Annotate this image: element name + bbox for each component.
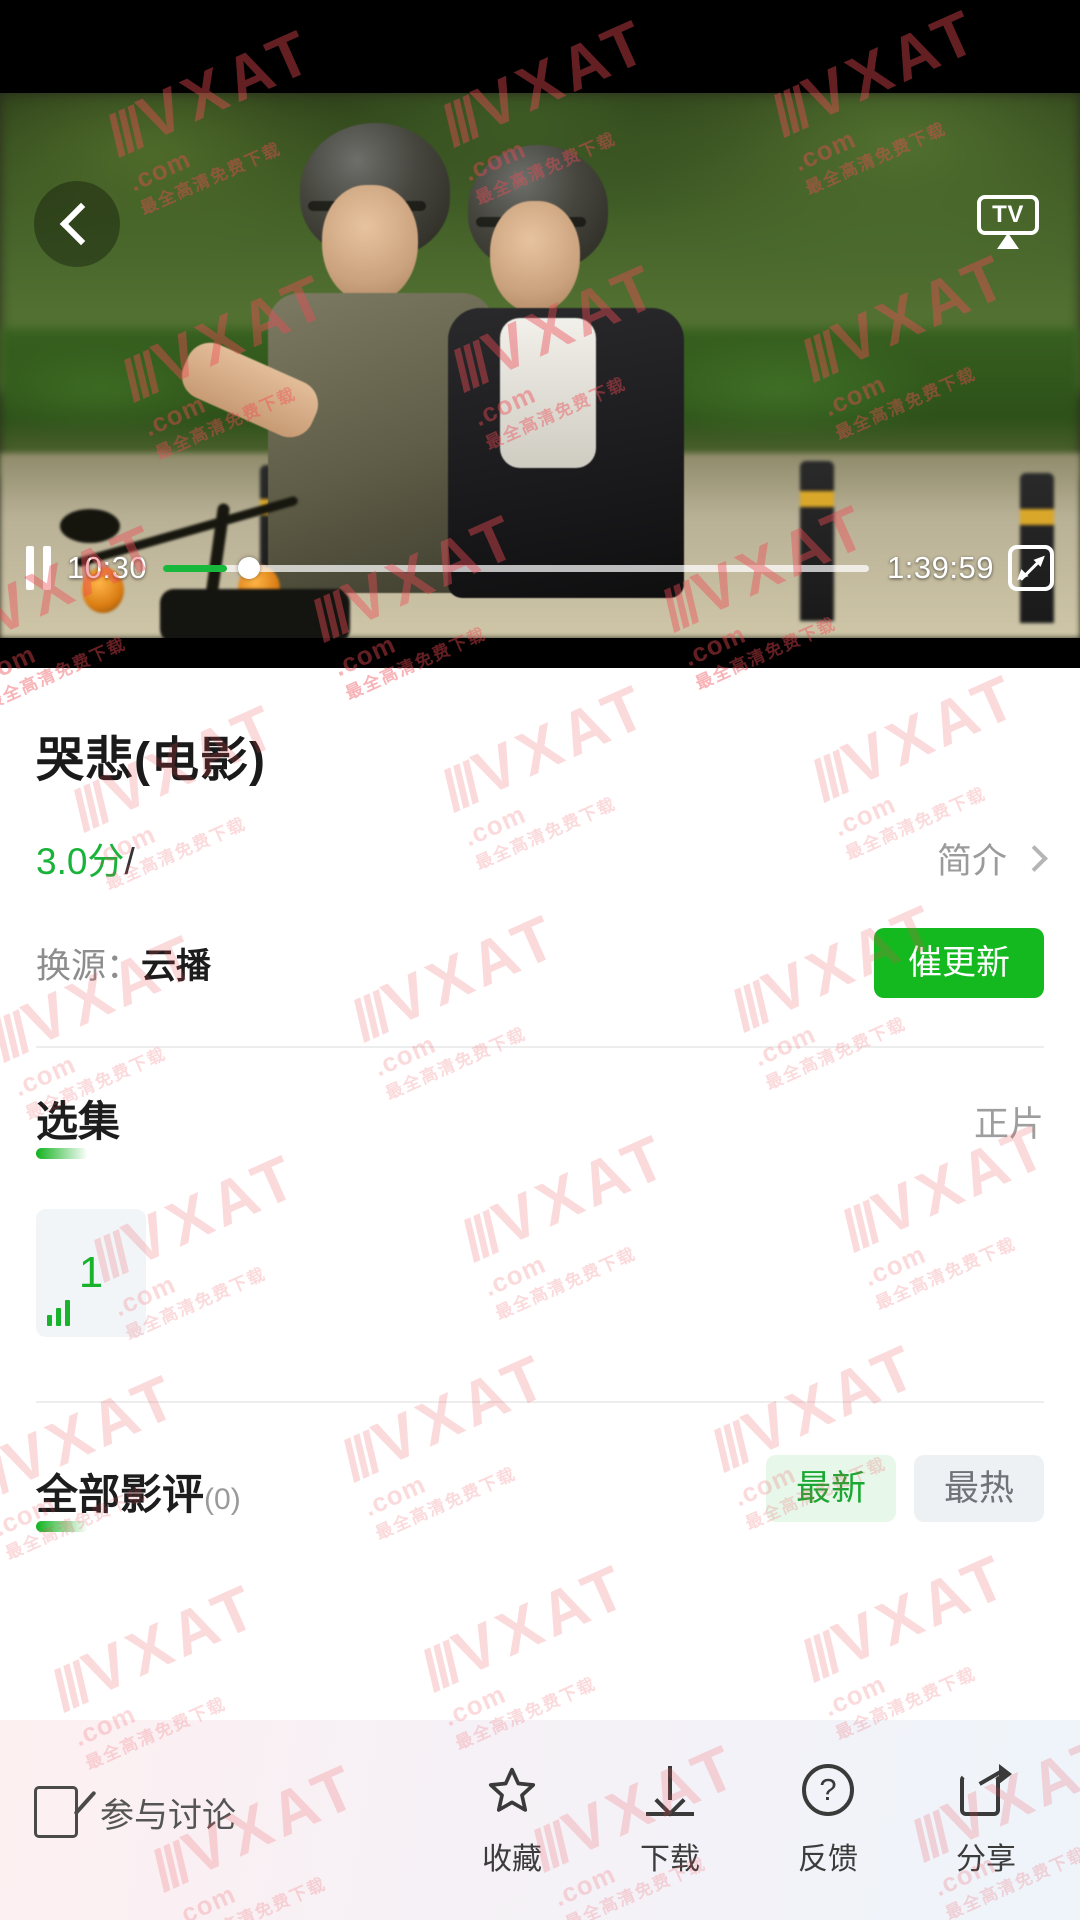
review-count: (0) <box>204 1483 241 1516</box>
chevron-right-icon <box>1021 844 1048 872</box>
seek-handle[interactable] <box>238 557 261 579</box>
share-icon <box>960 1762 1012 1818</box>
tv-cast-icon: TV <box>977 195 1039 249</box>
cast-label: TV <box>992 201 1024 228</box>
share-button[interactable]: 分享 <box>938 1762 1034 1878</box>
feedback-label: 反馈 <box>798 1843 858 1876</box>
question-circle-icon: ? <box>802 1762 854 1818</box>
seek-bar[interactable] <box>163 557 870 579</box>
review-section-title: 全部影评(0) <box>36 1461 241 1532</box>
pause-button[interactable] <box>26 546 51 590</box>
star-outline-icon <box>486 1762 538 1818</box>
source-row: 换源：云播 催更新 <box>0 924 1080 1002</box>
sort-newest-button[interactable]: 最新 <box>765 1455 896 1522</box>
episode-number: 1 <box>78 1248 104 1297</box>
favorite-button[interactable]: 收藏 <box>464 1762 560 1878</box>
equalizer-bars-icon <box>47 1300 70 1326</box>
join-discussion-label: 参与讨论 <box>100 1796 236 1835</box>
episode-section-header: 选集 正片 <box>0 1088 1080 1159</box>
action-group: 收藏 下载 ? 反馈 分享 <box>464 1762 1034 1878</box>
source-prefix: 换源： <box>36 946 142 986</box>
bottom-action-bar: 参与讨论 收藏 下载 ? 反馈 分享 <box>0 1720 1080 1920</box>
seek-progress-fill <box>163 564 227 572</box>
rating-value: 3.0分/ <box>36 831 135 885</box>
sort-hottest-button[interactable]: 最热 <box>913 1455 1044 1522</box>
source-name: 云播 <box>141 946 212 986</box>
episode-list: 1 <box>0 1209 1080 1337</box>
episode-kind-label[interactable]: 正片 <box>974 1096 1044 1153</box>
divider <box>36 1046 1044 1048</box>
pause-icon <box>26 546 34 590</box>
page-title: 哭悲(电影) <box>36 734 266 787</box>
rating-score: 3.0分 <box>36 841 125 882</box>
rating-separator: / <box>124 841 135 882</box>
download-icon <box>644 1762 696 1818</box>
player-controls[interactable]: 10:30 1:39:59 <box>0 528 1080 608</box>
back-button[interactable] <box>34 181 120 267</box>
rating-row: 3.0分/ 简介 <box>0 828 1080 888</box>
video-player[interactable]: TV 10:30 1:39:59 <box>0 0 1080 668</box>
intro-link[interactable]: 简介 <box>936 833 1048 884</box>
share-label: 分享 <box>956 1843 1016 1876</box>
join-discussion-button[interactable]: 参与讨论 <box>34 1786 236 1838</box>
cast-to-tv-button[interactable]: TV <box>966 185 1050 259</box>
current-time-label: 10:30 <box>67 550 148 585</box>
review-sort-group: 最新 最热 <box>765 1455 1044 1526</box>
episode-section-title: 选集 <box>36 1088 120 1159</box>
intro-label: 简介 <box>936 841 1007 881</box>
edit-note-icon <box>34 1786 97 1838</box>
detail-content: 哭悲(电影) 3.0分/ 简介 换源：云播 催更新 选集 正片 1 全部影评(0… <box>0 668 1080 1920</box>
review-section-header: 全部影评(0) 最新 最热 <box>0 1455 1080 1532</box>
source-selector[interactable]: 换源：云播 <box>36 938 211 989</box>
video-frame[interactable]: TV 10:30 1:39:59 <box>0 93 1080 638</box>
divider <box>36 1401 1044 1403</box>
favorite-label: 收藏 <box>482 1843 542 1876</box>
download-button[interactable]: 下载 <box>622 1762 718 1878</box>
download-label: 下载 <box>640 1843 700 1876</box>
review-title-text: 全部影评 <box>36 1471 205 1518</box>
total-time-label: 1:39:59 <box>887 550 994 585</box>
feedback-button[interactable]: ? 反馈 <box>780 1762 876 1878</box>
episode-item-1[interactable]: 1 <box>36 1209 146 1337</box>
request-update-button[interactable]: 催更新 <box>874 928 1044 998</box>
chevron-left-icon <box>59 202 103 246</box>
fullscreen-button[interactable] <box>1008 545 1054 591</box>
